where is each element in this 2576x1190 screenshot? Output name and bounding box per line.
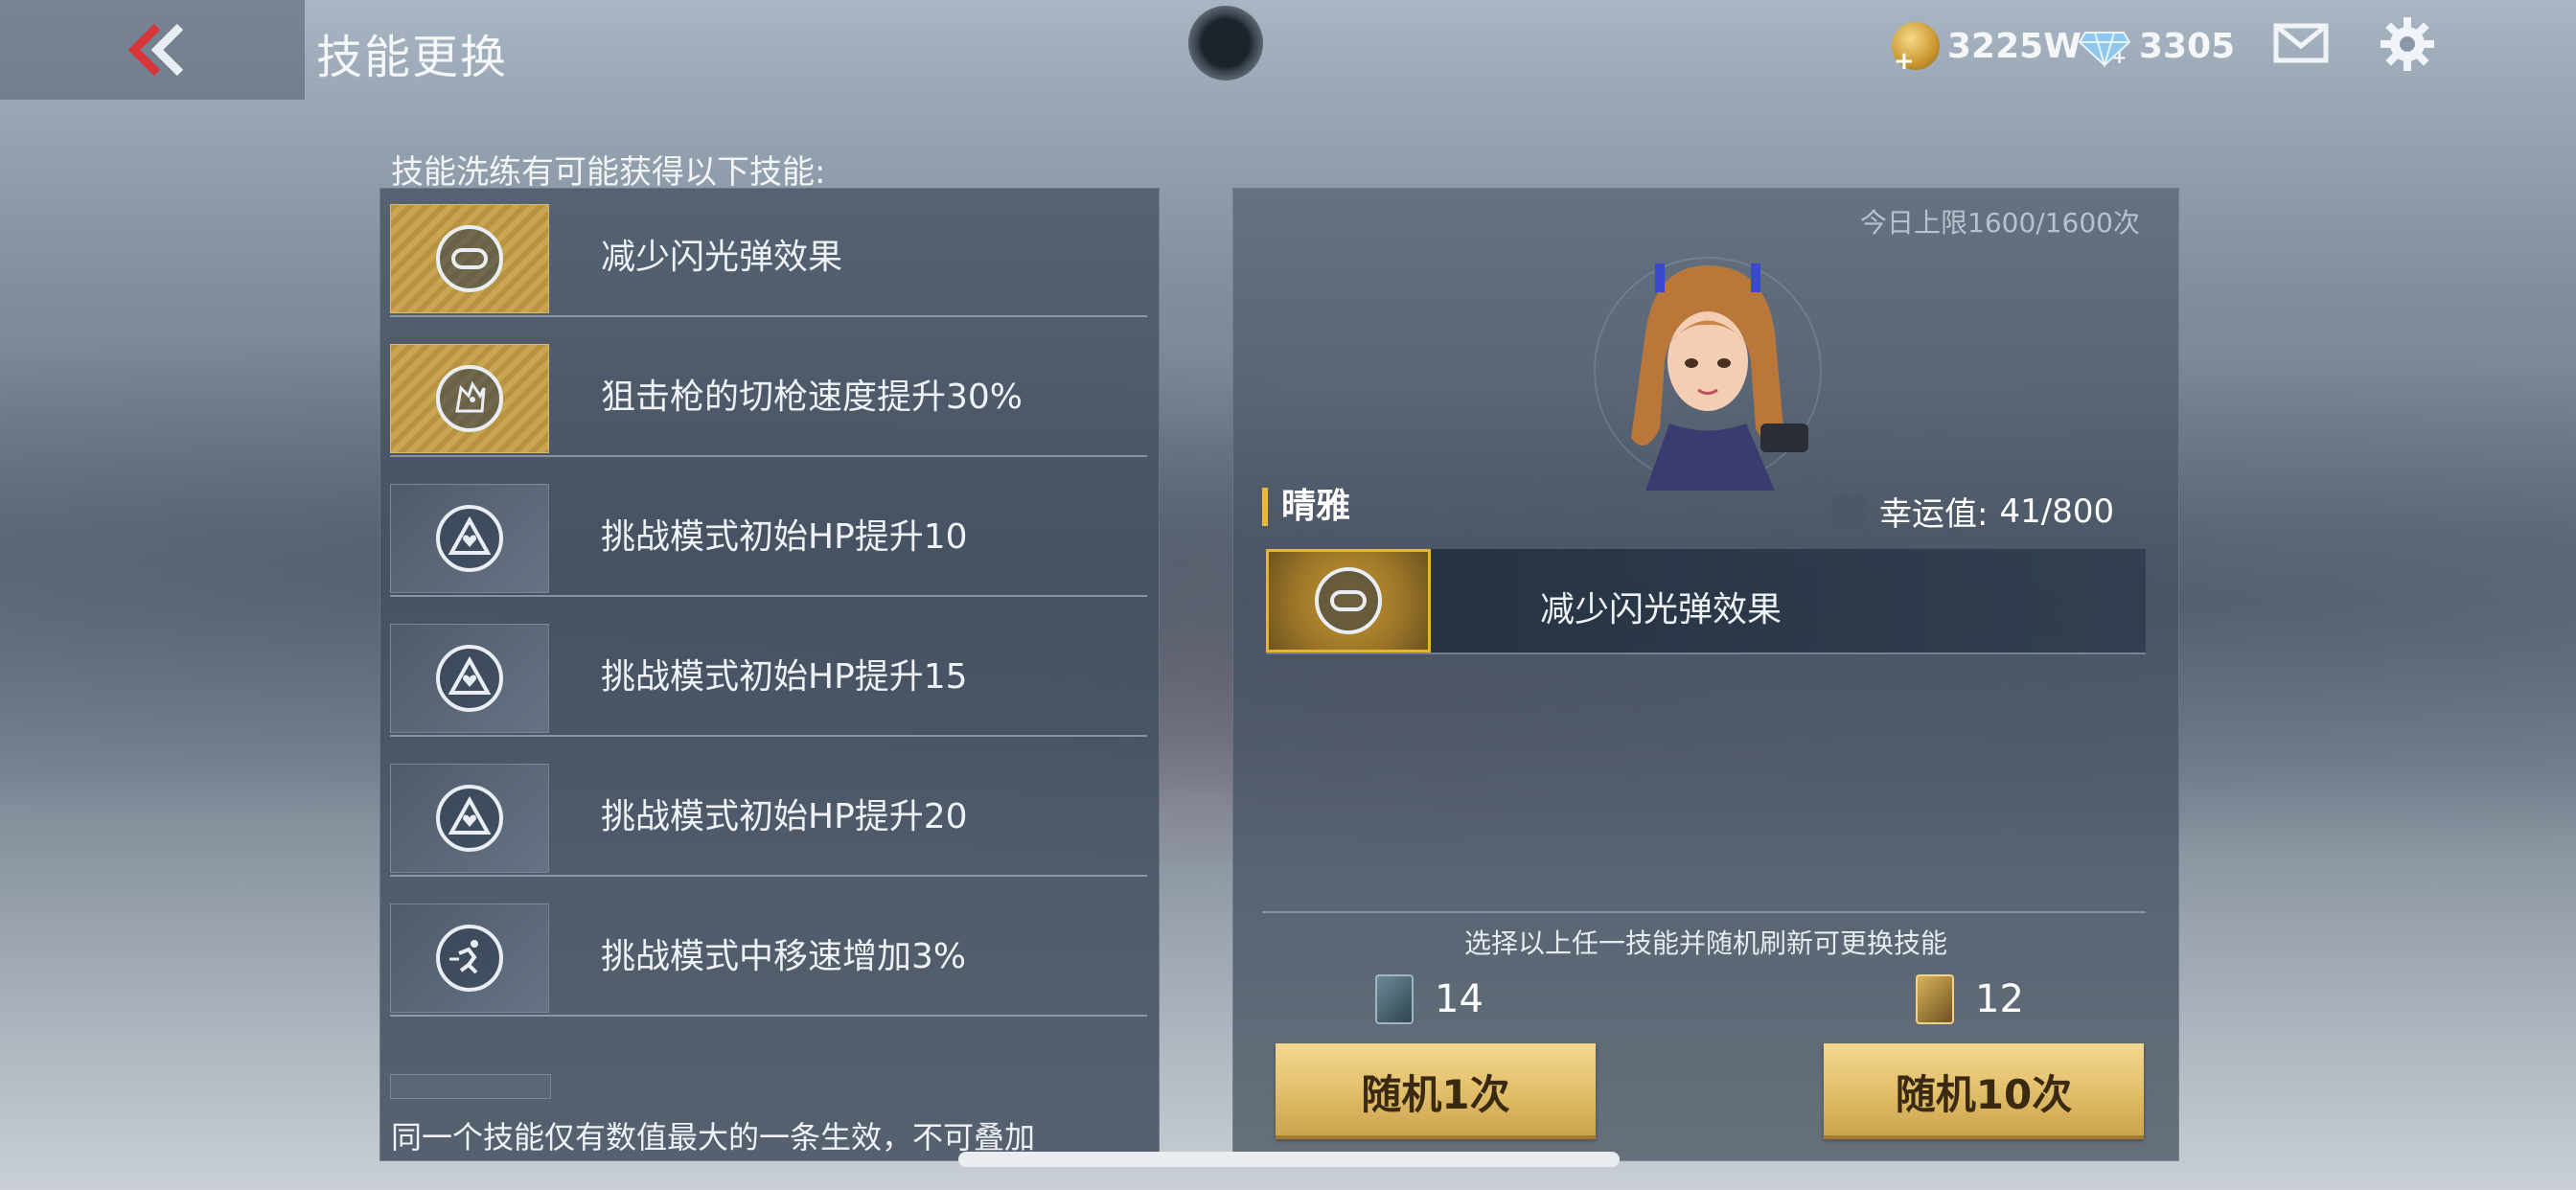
diamond-icon: + bbox=[2078, 32, 2131, 67]
goggles-icon bbox=[1315, 567, 1382, 634]
luck-value: 幸运值: 41/800 bbox=[1828, 488, 2114, 535]
skill-slot bbox=[390, 204, 549, 313]
wolf-icon bbox=[436, 365, 503, 432]
skill-slot-partial bbox=[390, 1074, 551, 1099]
triangle-heart-icon bbox=[436, 645, 503, 712]
luck-label: 幸运值: bbox=[1879, 495, 1989, 534]
skill-slot bbox=[390, 624, 549, 733]
floating-assist-button[interactable] bbox=[1188, 6, 1263, 80]
skill-slot bbox=[390, 484, 549, 593]
skill-list-panel[interactable]: 减少闪光弹效果狙击枪的切枪速度提升30% 挑战模式初始HP提升10 挑战模式初始HP… bbox=[380, 188, 1160, 1161]
current-skill-slot bbox=[1266, 549, 1431, 652]
skill-name: 减少闪光弹效果 bbox=[601, 238, 843, 277]
silver-ticket-count: 14 bbox=[1375, 974, 1484, 1024]
clover-icon bbox=[1831, 493, 1866, 529]
gold-currency[interactable]: 3225W bbox=[1892, 19, 2082, 76]
skill-list-note: 同一个技能仅有数值最大的一条生效，不可叠加 bbox=[391, 1119, 1036, 1156]
gold-ticket-count: 12 bbox=[1916, 974, 2024, 1024]
skill-name: 挑战模式中移速增加3% bbox=[601, 937, 967, 976]
skill-row[interactable]: 减少闪光弹效果 bbox=[390, 189, 1147, 317]
daily-limit: 今日上限1600/1600次 bbox=[1860, 207, 2140, 239]
current-skill-name: 减少闪光弹效果 bbox=[1540, 590, 1782, 629]
silver-ticket-number: 14 bbox=[1435, 977, 1484, 1021]
skill-detail-panel: 今日上限1600/1600次 晴雅 幸运值: 41/800 减少闪光弹效果 选择… bbox=[1232, 188, 2179, 1161]
divider bbox=[1262, 911, 2146, 913]
skill-name: 狙击枪的切枪速度提升30% bbox=[601, 378, 1024, 417]
skill-slot bbox=[390, 344, 549, 453]
mail-icon[interactable] bbox=[2273, 23, 2329, 63]
gold-ticket-number: 12 bbox=[1975, 977, 2024, 1021]
random-ten-button[interactable]: 随机10次 bbox=[1824, 1043, 2144, 1139]
skill-row[interactable]: 挑战模式初始HP提升15 bbox=[390, 608, 1147, 737]
back-button[interactable] bbox=[0, 0, 305, 100]
skill-name: 挑战模式初始HP提升15 bbox=[601, 657, 968, 697]
luck-number: 41/800 bbox=[1999, 492, 2115, 531]
character-name: 晴雅 bbox=[1262, 488, 1350, 526]
running-icon bbox=[436, 925, 503, 992]
page-title: 技能更换 bbox=[316, 31, 509, 84]
skill-row[interactable]: 狙击枪的切枪速度提升30% bbox=[390, 329, 1147, 457]
gear-icon[interactable] bbox=[2380, 17, 2434, 71]
silver-ticket-icon bbox=[1375, 974, 1414, 1024]
skill-slot bbox=[390, 764, 549, 873]
diamond-currency[interactable]: + 3305 bbox=[2078, 19, 2235, 73]
home-indicator[interactable] bbox=[958, 1152, 1620, 1167]
random-once-button[interactable]: 随机1次 bbox=[1276, 1043, 1596, 1139]
skill-slot bbox=[390, 904, 549, 1013]
gold-coin-icon bbox=[1892, 22, 1940, 76]
character-portrait bbox=[1594, 257, 1822, 491]
triangle-heart-icon bbox=[436, 785, 503, 852]
back-icon bbox=[127, 23, 184, 77]
skill-name: 挑战模式初始HP提升20 bbox=[601, 797, 968, 836]
triangle-heart-icon bbox=[436, 505, 503, 572]
gold-amount: 3225W bbox=[1947, 26, 2082, 66]
svg-text:+: + bbox=[2112, 48, 2127, 67]
refresh-hint: 选择以上任一技能并随机刷新可更换技能 bbox=[1463, 927, 1947, 959]
goggles-icon bbox=[436, 225, 503, 292]
skill-list-heading: 技能洗练有可能获得以下技能: bbox=[391, 153, 826, 192]
skill-name: 挑战模式初始HP提升10 bbox=[601, 517, 968, 557]
skill-row[interactable]: 挑战模式初始HP提升20 bbox=[390, 748, 1147, 877]
gold-ticket-icon bbox=[1916, 974, 1954, 1024]
skill-row[interactable]: 挑战模式中移速增加3% bbox=[390, 888, 1147, 1017]
skill-row[interactable]: 挑战模式初始HP提升10 bbox=[390, 469, 1147, 597]
diamond-amount: 3305 bbox=[2139, 26, 2236, 66]
current-skill[interactable]: 减少闪光弹效果 bbox=[1266, 549, 2146, 654]
